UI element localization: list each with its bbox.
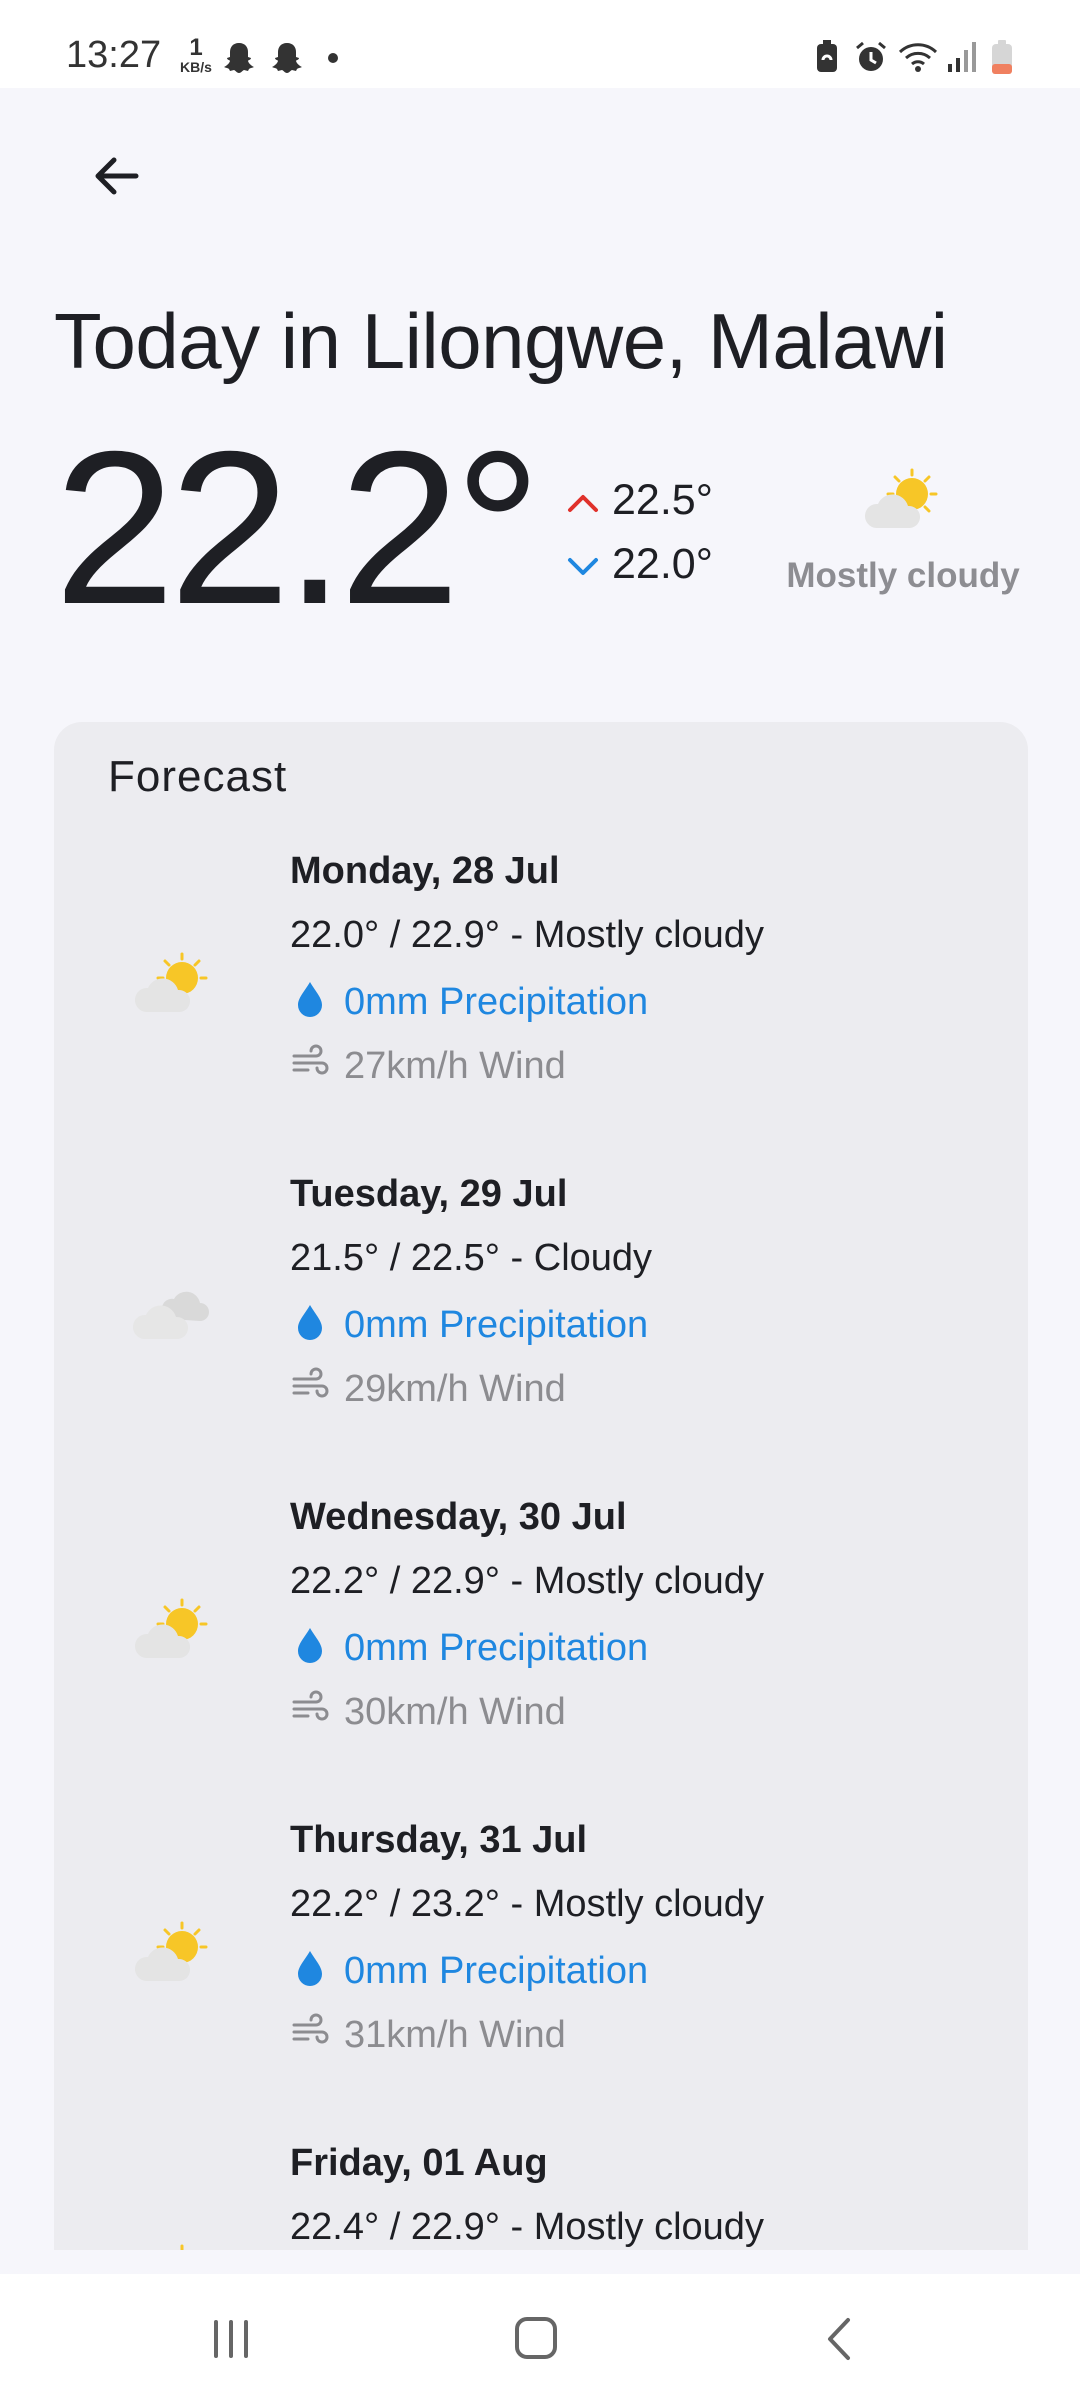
current-temperature: 22.2° [54,407,541,650]
forecast-day[interactable]: Tuesday, 29 Jul 21.5° / 22.5° - Cloudy 0… [54,1173,1028,1473]
low-temperature: 22.0° [566,540,713,589]
arrow-up-icon [568,494,598,512]
wind-icon [292,1367,329,1398]
signal-icon [946,40,976,79]
forecast-date: Monday, 28 Jul [290,850,560,892]
forecast-day[interactable]: Wednesday, 30 Jul 22.2° / 22.9° - Mostly… [54,1496,1028,1796]
high-temperature-value: 22.5° [612,476,713,524]
partly-cloudy-icon [132,1919,212,1994]
battery-icon [990,40,1014,81]
forecast-summary: 22.4° / 22.9° - Mostly cloudy [290,2206,764,2248]
forecast-wind: 30km/h Wind [290,1688,566,1734]
status-bar: 13:27 1 KB/s [0,0,1080,88]
forecast-day[interactable]: Thursday, 31 Jul 22.2° / 23.2° - Mostly … [54,1819,1028,2119]
nav-back-button[interactable] [816,2314,866,2369]
forecast-summary: 22.0° / 22.9° - Mostly cloudy [290,914,764,956]
forecast-date: Friday, 01 Aug [290,2142,548,2184]
low-temperature-value: 22.0° [612,540,713,588]
forecast-wind: 27km/h Wind [290,1042,566,1088]
snapchat-ghost-icon [222,40,256,79]
forecast-title: Forecast [108,752,288,801]
recent-apps-icon [214,2320,248,2358]
forecast-wind: 29km/h Wind [290,1365,566,1411]
status-time: 13:27 [66,34,162,76]
wind-icon [292,1690,329,1721]
precipitation-value: 0mm Precipitation [344,981,649,1023]
current-condition: Mostly cloudy [786,556,1020,595]
wind-icon [292,2013,329,2044]
navigation-bar [0,2274,1080,2400]
forecast-day[interactable]: Friday, 01 Aug 22.4° / 22.9° - Mostly cl… [54,2142,1028,2250]
partly-cloudy-icon [132,950,212,1025]
alarm-icon [854,40,888,79]
arrow-left-icon [95,157,139,195]
wind-value: 29km/h Wind [344,1368,566,1410]
page-title: Today in Lilongwe, Malawi [54,297,948,385]
notification-dot-icon [328,53,338,63]
back-icon [828,2318,850,2360]
forecast-wind: 31km/h Wind [290,2011,566,2057]
forecast-precipitation: 0mm Precipitation [290,1624,648,1670]
forecast-date: Tuesday, 29 Jul [290,1173,568,1215]
back-button[interactable] [80,140,152,212]
partly-cloudy-icon [132,1596,212,1671]
forecast-card[interactable]: Forecast Monday, 28 Jul 22.0° / 22.9° - … [54,722,1028,2250]
forecast-summary: 22.2° / 23.2° - Mostly cloudy [290,1883,764,1925]
snapchat-ghost-icon [270,40,304,79]
partly-cloudy-icon [862,466,942,541]
precipitation-value: 0mm Precipitation [344,1304,649,1346]
forecast-date: Wednesday, 30 Jul [290,1496,627,1538]
wind-value: 31km/h Wind [344,2014,566,2056]
wifi-icon [898,40,938,79]
home-icon [515,2317,557,2359]
forecast-day[interactable]: Monday, 28 Jul 22.0° / 22.9° - Mostly cl… [54,850,1028,1150]
network-speed: 1 KB/s [176,34,216,75]
water-drop-icon [298,1951,322,1986]
precipitation-value: 0mm Precipitation [344,1627,649,1669]
network-speed-value: 1 [189,34,203,61]
partly-cloudy-icon [132,2242,212,2250]
forecast-precipitation: 0mm Precipitation [290,978,648,1024]
arrow-down-icon [568,557,598,575]
water-drop-icon [298,982,322,1017]
water-drop-icon [298,1628,322,1663]
forecast-date: Thursday, 31 Jul [290,1819,588,1861]
forecast-summary: 22.2° / 22.9° - Mostly cloudy [290,1560,764,1602]
recent-apps-button[interactable] [206,2314,256,2369]
home-button[interactable] [512,2314,562,2369]
battery-saver-icon [814,40,840,79]
water-drop-icon [298,1305,322,1340]
precipitation-value: 0mm Precipitation [344,1950,649,1992]
wind-value: 27km/h Wind [344,1045,566,1087]
forecast-summary: 21.5° / 22.5° - Cloudy [290,1237,653,1279]
wind-value: 30km/h Wind [344,1691,566,1733]
network-speed-unit: KB/s [180,59,212,75]
forecast-precipitation: 0mm Precipitation [290,1947,648,1993]
forecast-precipitation: 0mm Precipitation [290,1301,648,1347]
cloudy-icon [132,1273,212,1348]
wind-icon [292,1044,329,1075]
high-temperature: 22.5° [566,476,713,525]
